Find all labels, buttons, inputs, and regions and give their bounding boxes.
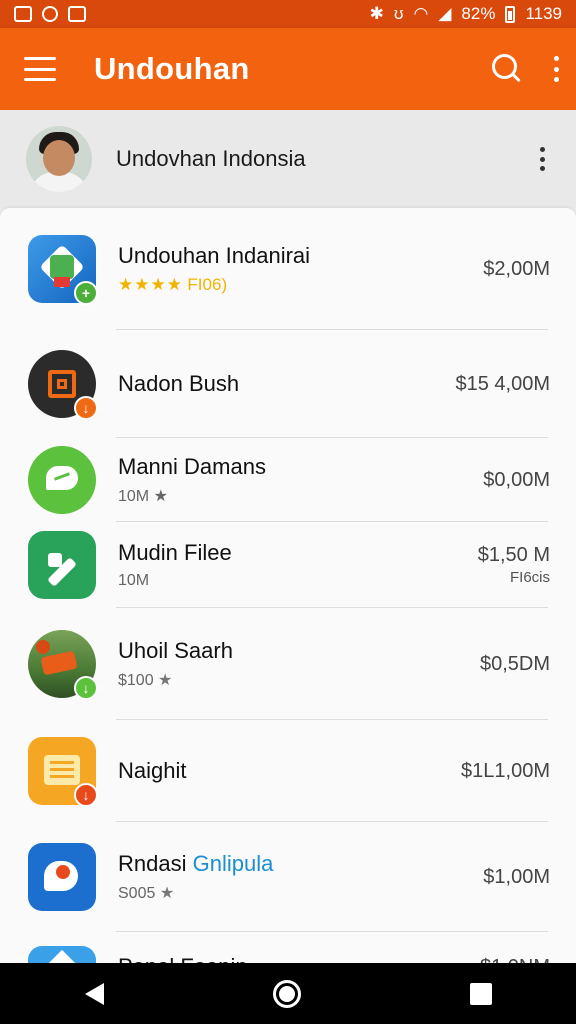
app-info: Nadon Bush (118, 371, 455, 397)
price-block: $0,5DM (480, 653, 550, 676)
price-block: $1,50 M FI6cis (478, 544, 550, 586)
status-bar: ✱ ʊ ◠ ◢ 82% 1139 (0, 0, 576, 28)
app-name: Manni Damans (118, 454, 266, 479)
app-icon (28, 531, 96, 599)
app-name: Uhoil Saarh (118, 638, 233, 663)
price-note: FI6cis (509, 569, 550, 586)
bluetooth-icon: ✱ (369, 4, 384, 23)
app-price: $1L1,00M (461, 759, 550, 782)
download-badge-icon: ↓ (74, 676, 98, 700)
app-icon: ↓ (28, 630, 98, 700)
price-block: $2,00M (483, 258, 550, 281)
app-info: Naighit (118, 758, 461, 784)
battery-percent: 82% (461, 4, 496, 23)
rating-text: FI06) (187, 275, 228, 294)
gallery-icon (14, 6, 32, 22)
lock-icon (42, 6, 58, 22)
status-right: ✱ ʊ ◠ ◢ 82% 1139 (370, 4, 562, 24)
app-icon: ↓ (28, 350, 98, 420)
status-left (14, 6, 86, 22)
app-price: $0,00M (483, 468, 550, 491)
app-meta: 10M (118, 572, 150, 589)
download-badge-icon: ↓ (74, 396, 98, 420)
star-icon: ★★★★ (118, 275, 183, 294)
app-info: Rndasi Gnlipula S005 ★ (118, 851, 483, 903)
home-icon[interactable] (272, 979, 301, 1008)
price-block: $1,00M (483, 866, 550, 889)
list-item[interactable]: + Undouhan Indanirai ★★★★ FI06) $2,00M (0, 208, 576, 330)
list-item[interactable]: ↓ Uhoil Saarh $100 ★ $0,5DM (0, 608, 576, 720)
app-meta: 10M ★ (118, 488, 168, 505)
download-badge-icon: ↓ (74, 783, 98, 807)
app-name: Mudin Filee (118, 540, 232, 565)
signal-icon: ◢ (438, 4, 452, 23)
app-meta-text: S005 (118, 885, 156, 902)
app-name-accent: Gnlipula (192, 851, 274, 876)
navigation-bar (0, 963, 576, 1024)
app-meta: $100 ★ (118, 670, 480, 690)
back-icon[interactable] (84, 982, 104, 1005)
list-item[interactable]: Rndasi Gnlipula S005 ★ $1,00M (0, 822, 576, 932)
price-block: $15 4,00M (455, 373, 550, 396)
wifi-icon: ◠ (413, 4, 429, 23)
app-price: $15 4,00M (455, 372, 550, 395)
price-block: $0,00M (483, 469, 550, 492)
list-item[interactable]: ↓ Naighit $1L1,00M (0, 720, 576, 822)
more-vert-icon[interactable] (552, 56, 560, 82)
search-icon[interactable] (490, 52, 524, 86)
app-info: Mudin Filee 10M (118, 540, 478, 590)
app-price: $2,00M (483, 257, 550, 280)
gallery-icon (68, 6, 86, 22)
app-name: Nadon Bush (118, 371, 240, 396)
app-name-text: Rndasi (118, 851, 193, 876)
app-icon (28, 843, 96, 911)
app-icon (28, 446, 96, 514)
list-item[interactable]: Mudin Filee 10M $1,50 M FI6cis (0, 522, 576, 608)
alarm-icon: ʊ (393, 4, 404, 23)
app-list: + Undouhan Indanirai ★★★★ FI06) $2,00M ↓… (0, 208, 576, 968)
app-icon: ↓ (28, 737, 98, 807)
more-vert-icon[interactable] (538, 147, 546, 171)
price-block: $1L1,00M (461, 760, 550, 783)
install-badge-icon: + (74, 281, 98, 305)
app-info: Uhoil Saarh $100 ★ (118, 638, 480, 690)
app-meta: S005 ★ (118, 883, 483, 903)
list-item[interactable]: Manni Damans 10M ★ $0,00M (0, 438, 576, 522)
account-header[interactable]: Undovhan Indonsia (0, 110, 576, 208)
star-icon: ★ (158, 672, 173, 689)
app-name: Rndasi Gnlipula (118, 851, 483, 877)
star-icon: ★ (159, 885, 175, 902)
battery-icon (505, 5, 516, 23)
avatar[interactable] (26, 126, 92, 192)
clock: 1139 (525, 4, 562, 23)
app-title: Undouhan (94, 51, 250, 86)
menu-icon[interactable] (24, 57, 56, 81)
app-rating: ★★★★ FI06) (118, 275, 483, 295)
app-meta-text: $100 (118, 672, 154, 689)
app-icon: + (28, 235, 98, 305)
app-price: $1,00M (483, 865, 550, 888)
app-info: Undouhan Indanirai ★★★★ FI06) (118, 243, 483, 295)
recents-icon[interactable] (469, 982, 492, 1005)
account-name: Undovhan Indonsia (116, 146, 306, 171)
app-price: $0,5DM (479, 652, 550, 675)
app-name: Naighit (118, 758, 187, 783)
app-name: Undouhan Indanirai (118, 243, 311, 268)
app-bar: Undouhan (0, 28, 576, 110)
app-price: $1,50 M (477, 544, 550, 566)
list-item[interactable]: ↓ Nadon Bush $15 4,00M (0, 330, 576, 438)
app-info: Manni Damans 10M ★ (118, 454, 483, 506)
